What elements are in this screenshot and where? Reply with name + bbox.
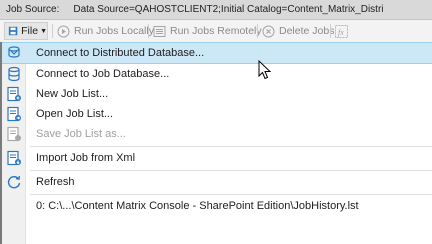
menu-item-label: 0: C:\...\Content Matrix Console - Share… [36,200,359,212]
menu-item-connect-distributed-database[interactable]: Connect to Distributed Database... [2,42,432,64]
menu-separator [30,194,432,195]
menu-item-recent-job-list[interactable]: 0: C:\...\Content Matrix Console - Share… [2,196,432,216]
mouse-cursor-icon [258,60,272,80]
file-icon [8,26,18,36]
menu-item-import-job-from-xml[interactable]: Import Job from Xml [2,148,432,168]
remote-list-icon [153,25,166,37]
job-source-label: Job Source: [6,4,60,15]
run-jobs-locally-label: Run Jobs Locally [74,25,154,37]
menu-item-open-job-list[interactable]: Open Job List... [2,104,432,124]
function-icon: fx [335,24,348,38]
menu-item-label: Open Job List... [36,108,114,120]
function-button[interactable]: fx [335,20,348,42]
menu-item-refresh[interactable]: Refresh [2,172,432,192]
toolbar-divider [257,24,258,38]
run-jobs-locally-button[interactable]: Run Jobs Locally [57,20,154,42]
job-source-value: Data Source=QAHOSTCLIENT2;Initial Catalo… [73,4,384,15]
toolbar-divider [330,24,331,38]
new-job-list-icon [6,86,22,102]
menu-item-label: Connect to Job Database... [36,68,170,80]
menu-separator [30,170,432,171]
distributed-database-icon [6,45,22,61]
file-menu-label: File [21,25,39,37]
run-jobs-remotely-label: Run Jobs Remotely [170,25,262,37]
menu-separator [30,146,432,147]
menu-item-label: Refresh [36,176,75,188]
delete-jobs-label: Delete Jobs [279,25,335,37]
run-jobs-remotely-button[interactable]: Run Jobs Remotely [153,20,262,42]
svg-text:fx: fx [338,28,344,37]
job-source-bar: Job Source: Data Source=QAHOSTCLIENT2;Ini… [0,0,432,20]
file-menu-button[interactable]: File ▼ [4,22,48,40]
file-dropdown-menu: Connect to Distributed Database... Conne… [0,42,432,244]
database-icon [6,66,22,82]
toolbar-divider [52,24,53,38]
menu-item-connect-job-database[interactable]: Connect to Job Database... [2,64,432,84]
open-job-list-icon [6,106,22,122]
menu-item-save-job-list-as[interactable]: Save Job List as... [2,124,432,144]
refresh-icon [6,174,22,190]
delete-jobs-button[interactable]: Delete Jobs [262,20,334,42]
play-circle-icon [57,25,70,37]
menu-item-new-job-list[interactable]: New Job List... [2,84,432,104]
menu-item-label: Connect to Distributed Database... [36,47,205,59]
toolbar: File ▼ Run Jobs Locally Run Jobs Remotel… [0,20,432,42]
toolbar-divider [148,24,149,38]
menu-item-label: Save Job List as... [36,128,126,140]
import-xml-icon [6,150,22,166]
delete-circle-icon [262,25,275,37]
chevron-down-icon: ▼ [40,27,47,35]
menu-item-label: New Job List... [36,88,109,100]
menu-item-label: Import Job from Xml [36,152,136,164]
save-job-list-icon [6,126,22,142]
